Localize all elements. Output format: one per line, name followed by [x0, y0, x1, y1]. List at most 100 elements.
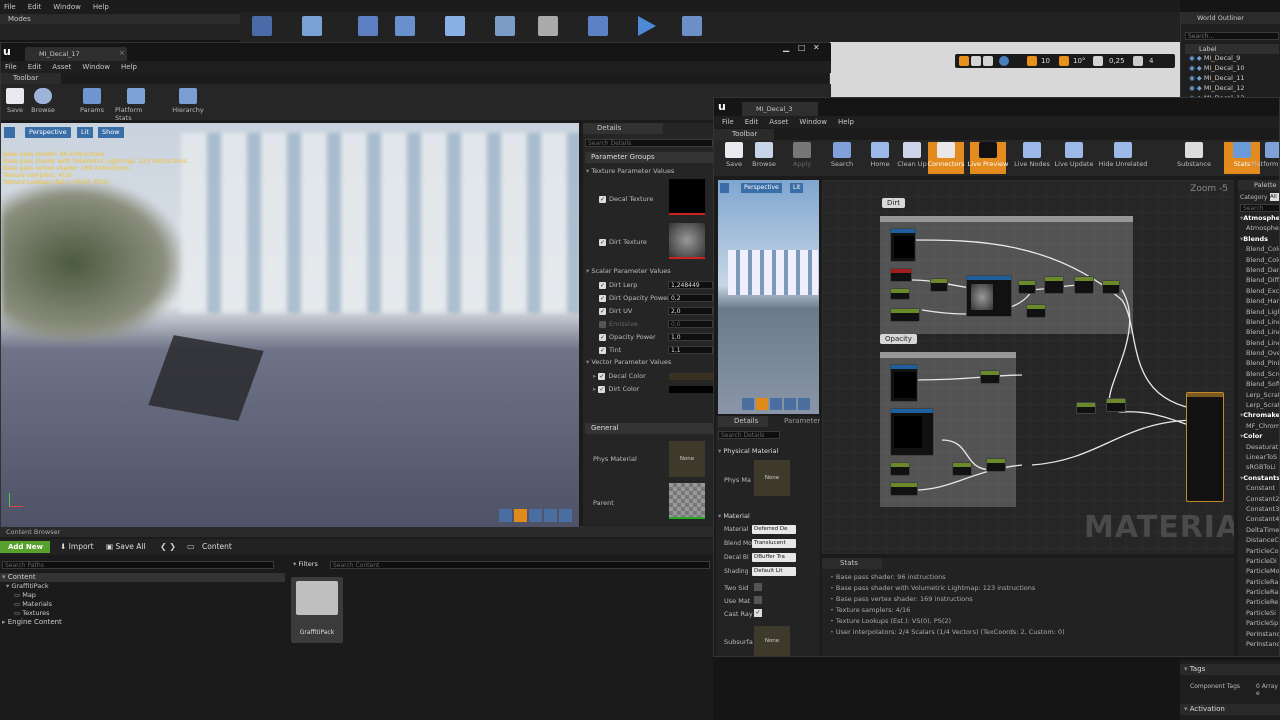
material-section-header[interactable]: ▾ Material: [718, 512, 750, 520]
palette-item[interactable]: ParticleSp: [1240, 619, 1279, 629]
preview-lit-button[interactable]: Lit: [790, 183, 804, 193]
palette-item[interactable]: Lerp_Scrat: [1240, 401, 1279, 411]
sphere-icon[interactable]: [514, 509, 527, 522]
cube-icon[interactable]: [784, 398, 796, 410]
checkbox[interactable]: ✓: [599, 346, 606, 354]
scale-snap-icon[interactable]: [1093, 56, 1103, 66]
graph-node[interactable]: [1044, 276, 1064, 294]
outliner-row[interactable]: ◉ ◆ MI_Decal_10: [1189, 64, 1280, 74]
scalar-param-row[interactable]: Emissive: [599, 320, 638, 328]
menu-edit[interactable]: Edit: [745, 118, 759, 126]
world-icon[interactable]: [999, 56, 1009, 66]
close-icon[interactable]: ✕: [813, 43, 820, 52]
palette-item[interactable]: Blend_Colo: [1240, 245, 1279, 255]
palette-category[interactable]: ▾Atmosphere: [1240, 214, 1279, 224]
outliner-search-input[interactable]: Search...: [1185, 32, 1279, 40]
palette-tab[interactable]: Palette: [1238, 180, 1279, 190]
palette-item[interactable]: Blend_PinL: [1240, 359, 1279, 369]
palette-item[interactable]: Constant4: [1240, 515, 1279, 525]
palette-item[interactable]: ParticleRa: [1240, 588, 1279, 598]
palette-search-input[interactable]: Search: [1240, 204, 1279, 212]
graph-node[interactable]: [890, 228, 916, 262]
back-icon[interactable]: ❮ ❯: [160, 542, 176, 551]
browse-button[interactable]: Browse: [746, 142, 782, 168]
use-mat-checkbox[interactable]: [754, 596, 762, 604]
details-search-input[interactable]: Search Details: [718, 431, 780, 439]
menu-file[interactable]: File: [4, 3, 16, 11]
scalar-params-header[interactable]: ▾ Scalar Parameter Values: [586, 267, 671, 275]
component-tags-value[interactable]: 0 Array e: [1256, 683, 1280, 697]
palette-item[interactable]: Blend_Excl: [1240, 287, 1279, 297]
source-control-icon[interactable]: [302, 16, 322, 36]
palette-item[interactable]: DistanceC: [1240, 536, 1279, 546]
graph-node[interactable]: [1018, 280, 1036, 294]
cast-ray-checkbox[interactable]: ✓: [754, 609, 762, 617]
graph-node[interactable]: [980, 370, 1000, 384]
graph-node[interactable]: [890, 364, 918, 402]
stats-tab[interactable]: Stats: [822, 558, 882, 569]
scalar-value-input[interactable]: 1,248449: [668, 281, 713, 289]
physical-material-header[interactable]: ▾ Physical Material: [718, 447, 778, 455]
teapot-icon[interactable]: [559, 509, 572, 522]
palette-item[interactable]: DeltaTime: [1240, 526, 1279, 536]
checkbox[interactable]: ✓: [599, 294, 606, 302]
content-path-breadcrumb[interactable]: Content: [202, 541, 232, 553]
asset-graffitipack-tile[interactable]: GraffitiPack: [291, 577, 343, 643]
clean-up-button[interactable]: Clean Up: [894, 142, 930, 168]
palette-item[interactable]: Blend_Over: [1240, 349, 1279, 359]
details-tab[interactable]: Details: [583, 123, 663, 134]
folder-map[interactable]: ▭ Map: [0, 591, 285, 600]
grid-snap-icon[interactable]: [1027, 56, 1037, 66]
scalar-param-row[interactable]: ✓ Opacity Power: [599, 333, 656, 341]
graph-node[interactable]: [1074, 276, 1094, 294]
palette-item[interactable]: ParticleDi: [1240, 557, 1279, 567]
decal-texture-row[interactable]: ✓ Decal Texture: [599, 195, 653, 203]
viewport-show-button[interactable]: Show: [98, 127, 124, 138]
save-level-icon[interactable]: [252, 16, 272, 36]
graph-node[interactable]: [986, 458, 1006, 472]
tags-header[interactable]: ▾ Tags: [1180, 664, 1280, 675]
preview-perspective-button[interactable]: Perspective: [741, 183, 782, 193]
dirt-color-swatch[interactable]: [669, 386, 713, 393]
search-paths-input[interactable]: Search Paths: [2, 561, 274, 569]
decal-color-swatch[interactable]: [669, 373, 713, 380]
minimize-icon[interactable]: ▁: [783, 43, 789, 52]
palette-item[interactable]: Blend_Hard: [1240, 297, 1279, 307]
graph-node[interactable]: [952, 462, 972, 476]
modes-tab[interactable]: Modes: [0, 14, 240, 24]
outliner-row[interactable]: ◉ ◆ MI_Decal_12: [1189, 84, 1280, 94]
scalar-param-row[interactable]: ✓ Dirt UV: [599, 307, 632, 315]
material-prop-dropdown[interactable]: Default Lit: [752, 567, 796, 576]
blueprints-icon[interactable]: [495, 16, 515, 36]
substance-button[interactable]: Substance: [1176, 142, 1212, 168]
scalar-param-row[interactable]: ✓ Tint: [599, 346, 621, 354]
checkbox[interactable]: [599, 320, 606, 328]
palette-item[interactable]: PerInstanc: [1240, 630, 1279, 640]
outliner-row[interactable]: ◉ ◆ MI_Decal_11: [1189, 74, 1280, 84]
content-icon[interactable]: [358, 16, 378, 36]
palette-item[interactable]: Blend_Colo: [1240, 256, 1279, 266]
palette-item[interactable]: Constant2: [1240, 495, 1279, 505]
editor1-toolbar-tab[interactable]: Toolbar: [1, 73, 61, 84]
cylinder-icon[interactable]: [742, 398, 754, 410]
menu-help[interactable]: Help: [838, 118, 854, 126]
menu-edit[interactable]: Edit: [28, 3, 42, 11]
scalar-value-input[interactable]: 2,0: [668, 307, 713, 315]
launch-icon[interactable]: [682, 16, 702, 36]
palette-item[interactable]: Blend_Light: [1240, 308, 1279, 318]
scalar-value-input[interactable]: 1,0: [668, 333, 713, 341]
graph-node[interactable]: [1106, 398, 1126, 412]
palette-item[interactable]: Blend_Linea: [1240, 318, 1279, 328]
add-new-button[interactable]: Add New: [0, 541, 50, 553]
palette-item[interactable]: Blend_Dark: [1240, 266, 1279, 276]
palette-item[interactable]: MF_Chrom: [1240, 422, 1279, 432]
param-groups-header[interactable]: Parameter Groups: [585, 152, 713, 163]
material-prop-dropdown[interactable]: Translucent: [752, 539, 796, 548]
subsurface-thumbnail[interactable]: None: [754, 626, 790, 656]
parameters-tab[interactable]: Parameters: [770, 416, 820, 427]
browse-button[interactable]: Browse: [26, 88, 60, 114]
menu-asset[interactable]: Asset: [769, 118, 788, 126]
palette-item[interactable]: ParticleSi: [1240, 609, 1279, 619]
palette-item[interactable]: LinearToS: [1240, 453, 1279, 463]
live-update-button[interactable]: Live Update: [1055, 142, 1093, 168]
